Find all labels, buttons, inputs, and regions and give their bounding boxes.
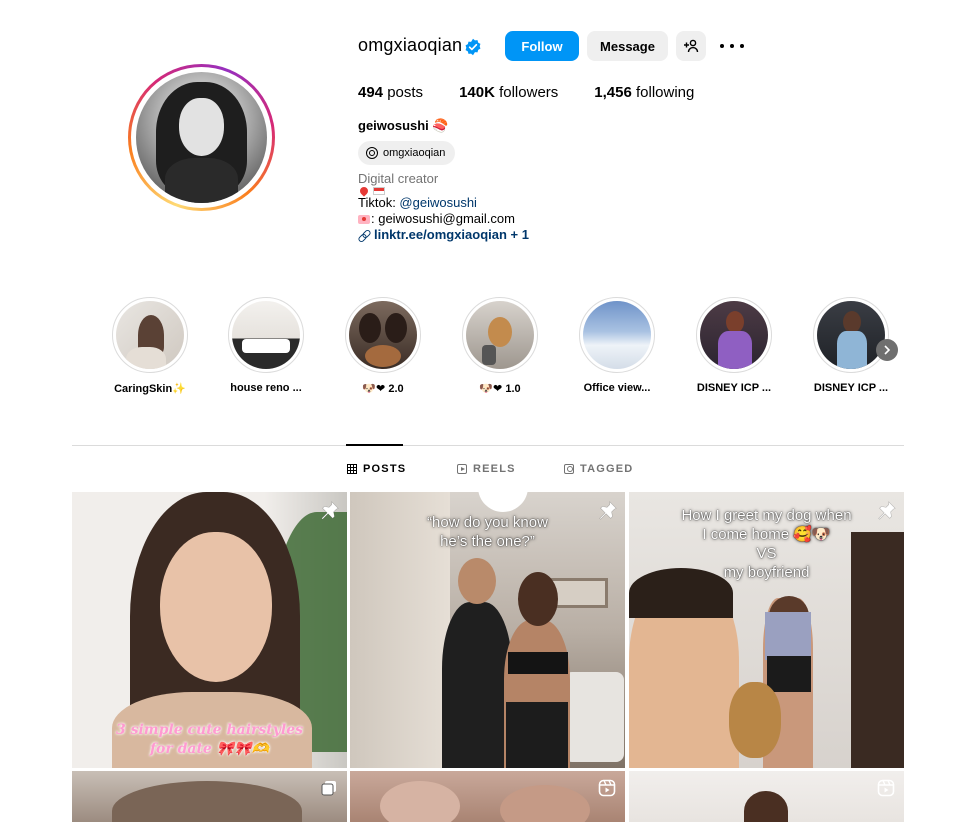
post-tile[interactable] [629,771,904,822]
threads-handle: omgxiaoqian [383,147,446,159]
highlight-item[interactable]: Office view... [567,297,667,394]
reel-icon [598,779,616,797]
highlight-item[interactable]: house reno ... [216,297,316,394]
highlight-label: CaringSkin✨ [114,383,186,395]
tiktok-mention-link[interactable]: @geiwosushi [399,195,477,210]
highlight-cover [583,301,651,369]
post-tile[interactable] [350,771,625,822]
pinned-post-icon [599,501,617,520]
tab-posts-label: POSTS [363,463,407,475]
suggested-users-button[interactable] [676,31,706,61]
verified-badge-icon [465,38,481,56]
tabs-divider [72,445,904,446]
post-caption: 3 simple cute hairstyles for date 🎀🎀🫶 [115,722,303,757]
highlight-label: house reno ... [230,382,302,394]
more-options-icon[interactable] [720,36,744,56]
pinned-post-icon [878,501,896,520]
carousel-icon [321,781,336,796]
bio-external-link[interactable]: linktr.ee/omgxiaoqian + 1 [358,227,529,243]
followers-link[interactable]: 140K followers [459,84,558,101]
highlight-label: Office view... [583,382,651,394]
flag-icon [373,187,385,195]
highlight-item[interactable]: CaringSkin✨ [100,297,200,395]
following-link[interactable]: 1,456 following [594,84,694,101]
highlight-item[interactable]: 🐶❤ 2.0 [333,297,433,395]
posts-count: 494 posts [358,84,424,101]
threads-icon [366,147,378,159]
avatar [136,72,267,203]
highlights-next-button[interactable] [876,339,898,361]
highlight-cover [466,301,534,369]
post-caption: How I greet my dog when I come home 🥰🐶 V… [681,507,852,581]
threads-badge[interactable]: omgxiaoqian [358,141,456,165]
grid-icon [347,464,357,474]
bio-email-line: : geiwosushi@gmail.com [358,211,529,227]
tab-tagged[interactable]: TAGGED [564,463,633,475]
highlight-cover [817,301,885,369]
tab-reels[interactable]: REELS [457,463,516,475]
highlight-label: DISNEY ICP ... [696,382,772,394]
location-line [358,185,529,197]
post-tile[interactable] [72,771,347,822]
tab-reels-label: REELS [473,463,516,475]
tagged-icon [564,464,574,474]
display-name: geiwosushi 🍣 [358,118,449,133]
chevron-right-icon [884,345,891,355]
tab-tagged-label: TAGGED [580,463,634,475]
post-caption: “how do you know he’s the one?” [427,514,548,550]
bio-tiktok-line: Tiktok: @geiwosushi [358,195,477,210]
add-user-icon [684,39,699,53]
profile-username: omgxiaoqian [358,35,463,55]
post-tile[interactable]: How I greet my dog when I come home 🥰🐶 V… [629,492,904,768]
active-tab-indicator [346,444,403,446]
highlight-cover [349,301,417,369]
highlight-cover [116,301,184,369]
love-letter-icon [358,215,370,224]
highlight-label: 🐶❤ 1.0 [479,383,521,395]
story-highlights: CaringSkin✨ house reno ... 🐶❤ 2.0 🐶❤ 1.0… [110,297,900,407]
highlight-label: 🐶❤ 2.0 [362,383,404,395]
reels-icon [457,464,467,474]
avatar-frame [131,67,272,208]
highlight-item[interactable]: DISNEY ICP ... [684,297,784,394]
pinned-post-icon [321,501,339,520]
tab-posts[interactable]: POSTS [347,463,406,475]
highlight-label: DISNEY ICP ... [813,382,889,394]
post-tile[interactable]: 3 simple cute hairstyles for date 🎀🎀🫶 [72,492,347,768]
post-tile[interactable]: “how do you know he’s the one?” [350,492,625,768]
profile-category: Digital creator [358,171,439,186]
profile-avatar-story-ring[interactable] [128,64,275,211]
highlight-cover [700,301,768,369]
profile-stats: 494 posts 140K followers 1,456 following [358,84,730,101]
link-icon [358,230,369,241]
follow-button[interactable]: Follow [505,31,579,61]
reel-icon [877,779,895,797]
highlight-cover [232,301,300,369]
profile-bio: geiwosushi 🍣 omgxiaoqian Digital creator… [358,118,529,243]
message-button[interactable]: Message [587,31,668,61]
highlight-item[interactable]: 🐶❤ 1.0 [450,297,550,395]
